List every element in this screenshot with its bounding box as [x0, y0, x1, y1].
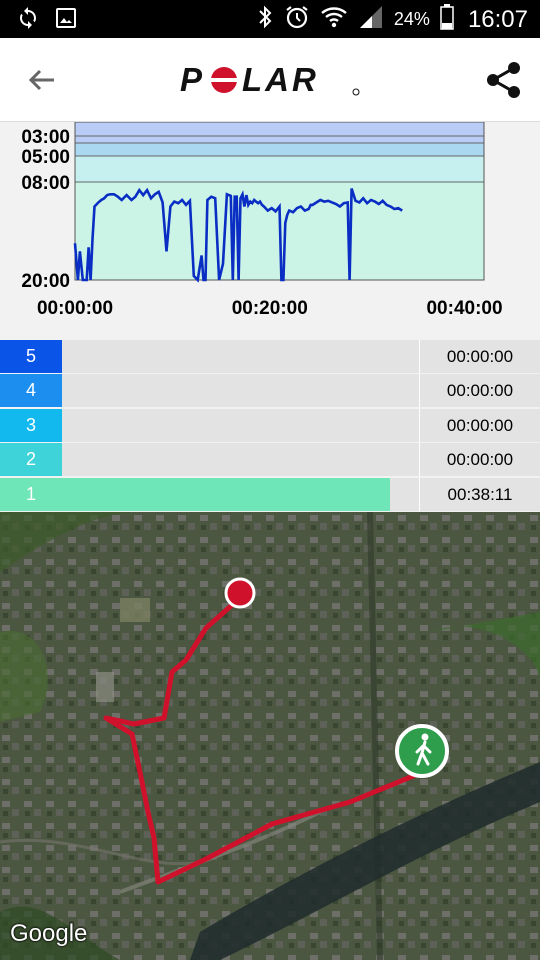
back-button[interactable]	[24, 62, 60, 98]
y-tick-label: 20:00	[21, 271, 70, 292]
polar-logo: P LAR	[180, 61, 362, 98]
status-bar: 24% 16:07	[0, 0, 540, 38]
zone-label: 3	[0, 409, 62, 442]
arrow-left-icon	[28, 69, 54, 91]
y-tick-label: 08:00	[21, 173, 70, 194]
zone-bar-track	[62, 478, 418, 511]
app-bar: P LAR	[0, 38, 540, 122]
alarm-icon	[284, 4, 310, 35]
zone-row-5: 5 00:00:00	[0, 340, 540, 373]
x-tick-label: 00:00:00	[37, 298, 113, 319]
zone-time: 00:00:00	[419, 443, 540, 476]
svg-text:LAR: LAR	[242, 62, 319, 98]
pace-chart: 03:00 05:00 08:00 20:00 00:00:00 00:20:00 00:…	[0, 122, 540, 340]
y-tick-label: 05:00	[21, 147, 70, 168]
battery-icon	[440, 4, 454, 35]
zone-row-3: 3 00:00:00	[0, 409, 540, 442]
chart-band	[75, 156, 484, 182]
zone-label: 1	[0, 478, 62, 511]
svg-text:P: P	[180, 62, 205, 98]
y-tick-label: 03:00	[21, 127, 70, 148]
end-marker[interactable]	[224, 577, 256, 609]
zone-label: 4	[0, 374, 62, 407]
zone-label: 5	[0, 340, 62, 373]
image-icon	[54, 6, 78, 35]
zone-time: 00:00:00	[419, 409, 540, 442]
share-icon	[487, 62, 520, 98]
start-marker[interactable]	[395, 724, 449, 778]
sync-icon	[16, 6, 40, 35]
signal-icon	[358, 4, 384, 35]
zone-row-4: 4 00:00:00	[0, 374, 540, 407]
zone-time: 00:00:00	[419, 340, 540, 373]
chart-band	[75, 122, 484, 136]
google-attribution[interactable]: Google	[10, 920, 87, 948]
wifi-icon	[320, 4, 348, 35]
pace-chart-svg: 03:0005:00 08:00 20:00 00:00:00 00:20:00 00:…	[21, 122, 503, 319]
zone-time: 00:00:00	[419, 374, 540, 407]
x-tick-label: 00:40:00	[426, 298, 502, 319]
route-map[interactable]: Google	[0, 512, 540, 960]
zone-bar-track	[62, 409, 418, 442]
clock: 16:07	[467, 5, 528, 33]
share-button[interactable]	[484, 60, 524, 100]
heart-rate-zones: 5 00:00:00 4 00:00:00 3 00:00:00 2 00:00…	[0, 340, 540, 512]
zone-bar-track	[62, 443, 418, 476]
zone-label: 2	[0, 443, 62, 476]
route-line	[103, 596, 419, 885]
chart-band	[75, 143, 484, 156]
zone-time: 00:38:11	[419, 478, 540, 511]
zone-bar-fill	[62, 478, 390, 511]
bluetooth-icon	[256, 4, 274, 35]
battery-percent: 24%	[393, 9, 430, 29]
zone-bar-track	[62, 374, 418, 407]
x-tick-label: 00:20:00	[232, 298, 308, 319]
zone-row-2: 2 00:00:00	[0, 443, 540, 476]
zone-bar-track	[62, 340, 418, 373]
zone-row-1: 1 00:38:11	[0, 478, 540, 511]
chart-band	[75, 136, 484, 143]
route-overlay	[103, 577, 449, 885]
